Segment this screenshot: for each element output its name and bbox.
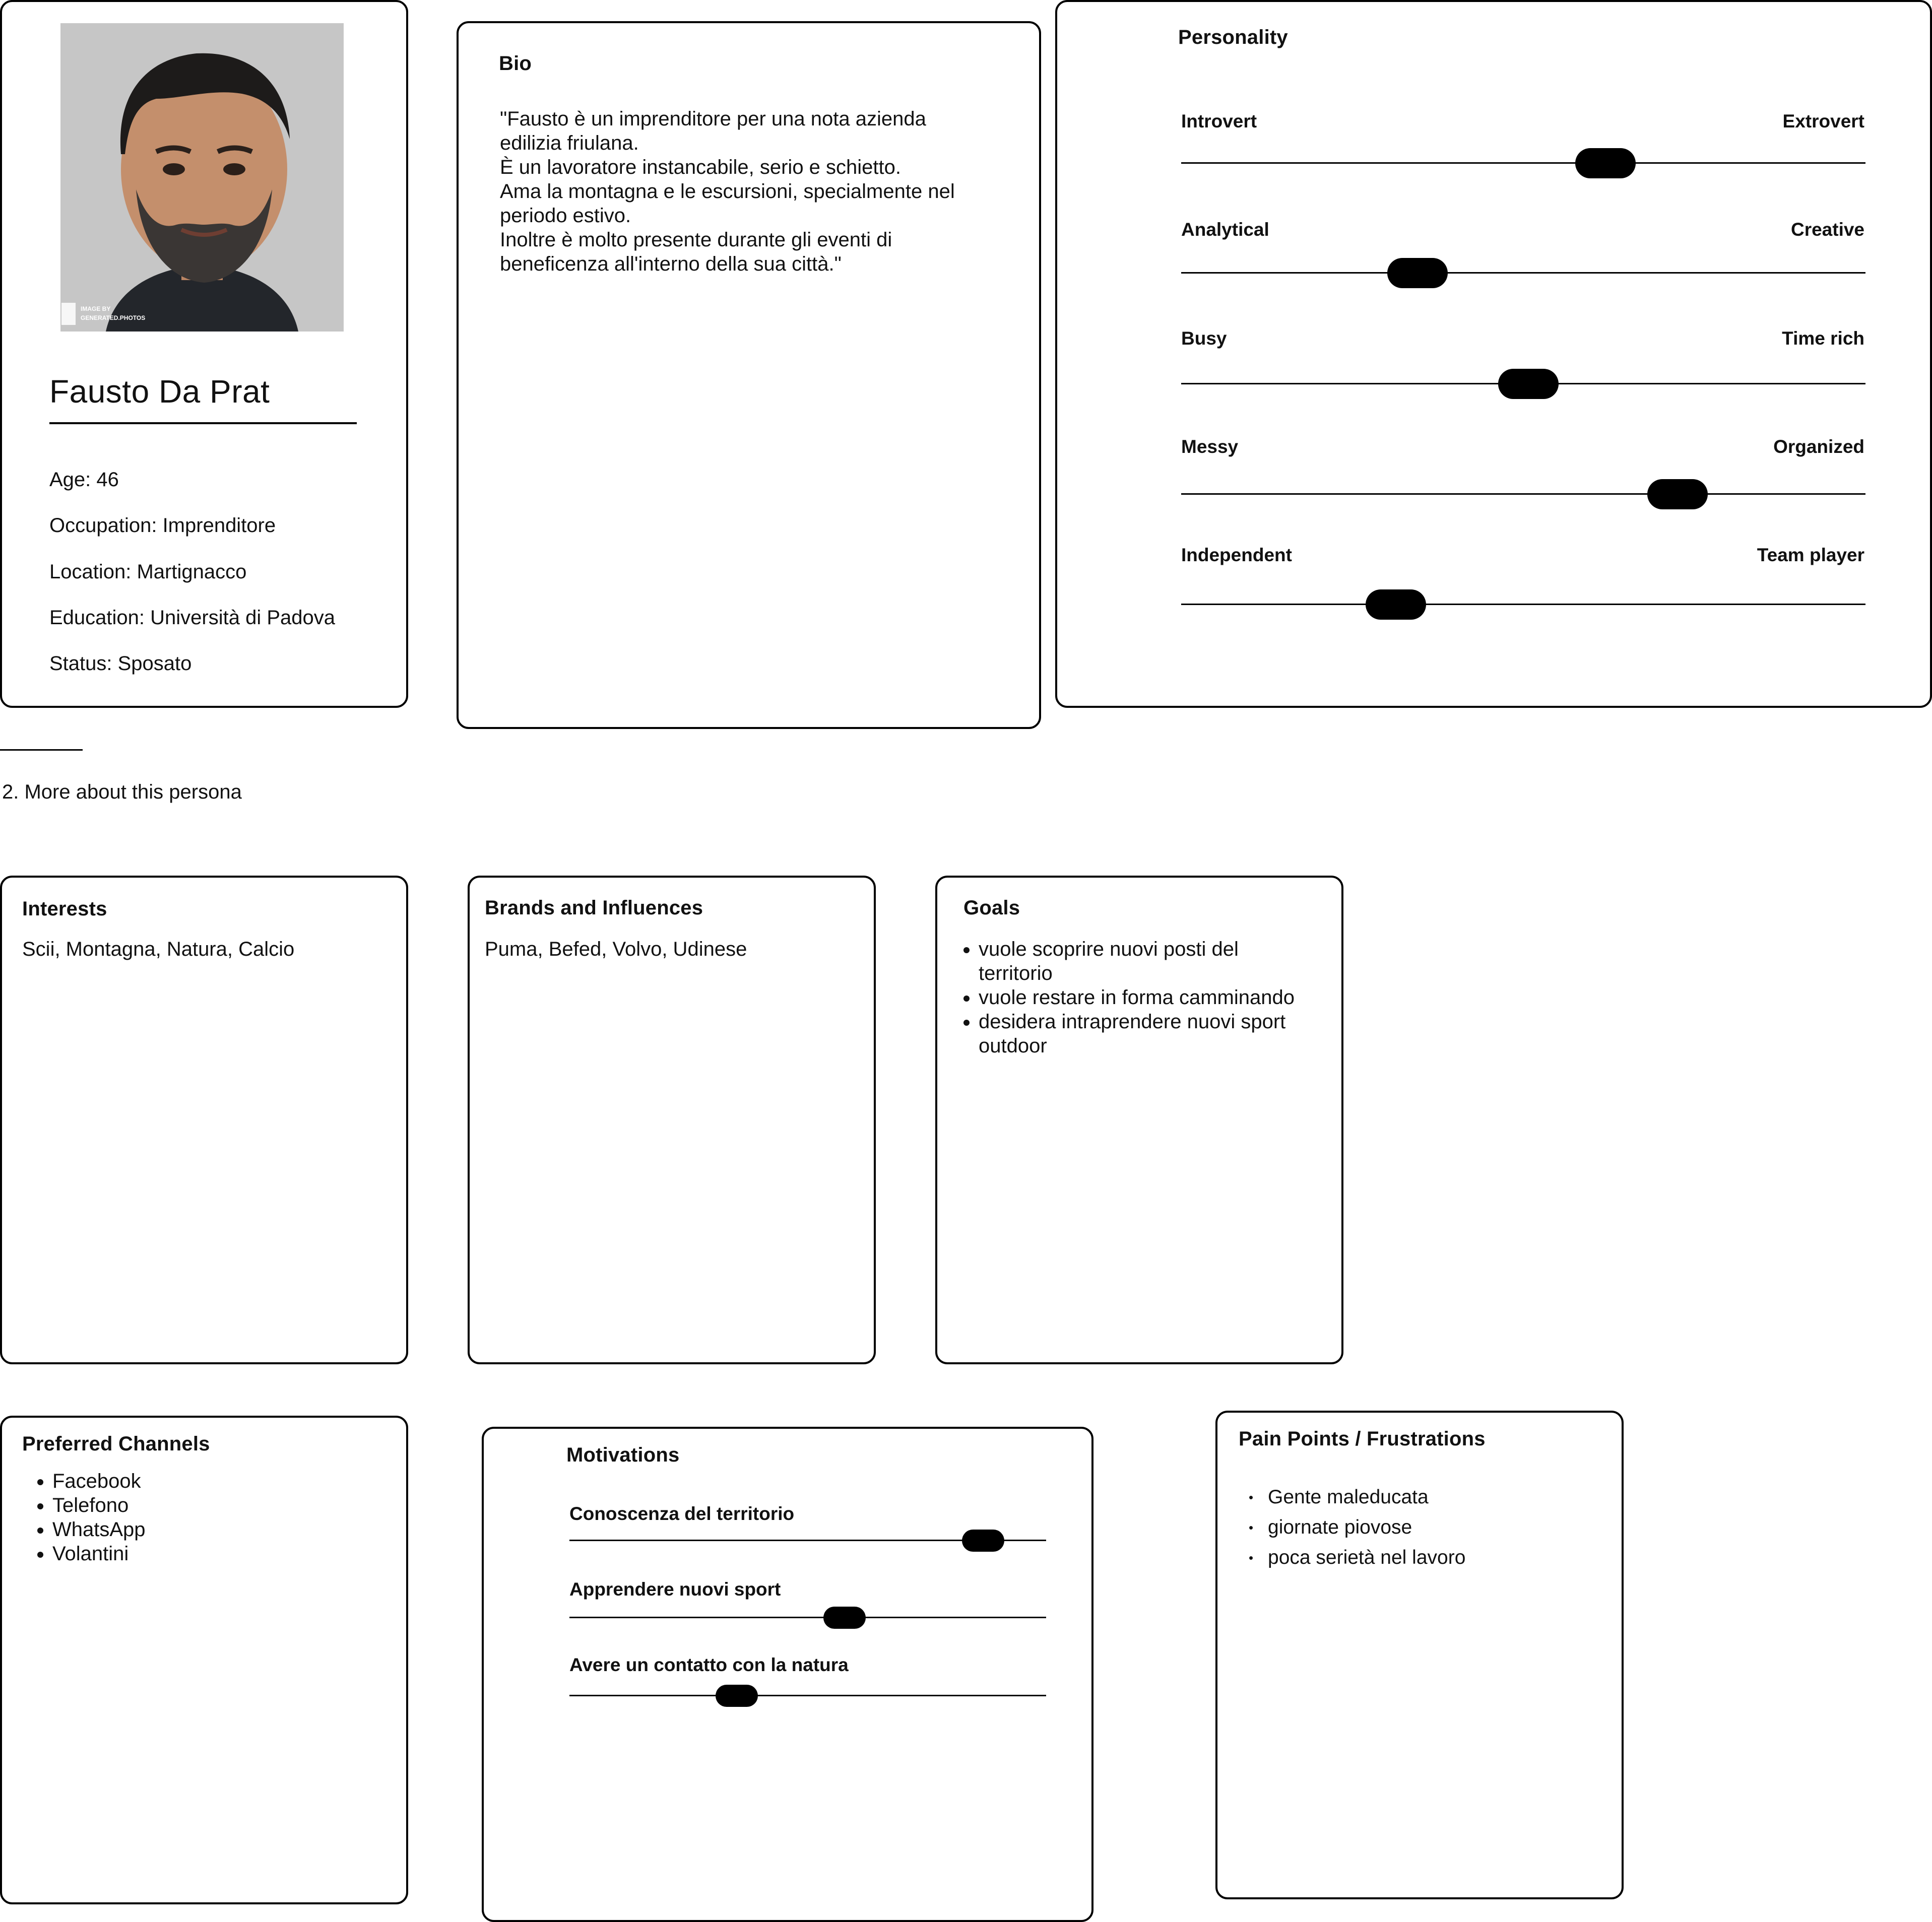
trait-track (1181, 272, 1865, 274)
list-item: • Gente maleducata (1249, 1486, 1429, 1508)
trait-slider-knob[interactable] (1647, 479, 1708, 509)
name-underline (49, 422, 357, 424)
interests-card: Interests Scii, Montagna, Natura, Calcio (0, 876, 408, 1364)
goal-line: desidera intraprendere nuovi sport (979, 1011, 1286, 1033)
personality-title: Personality (1178, 26, 1288, 48)
bio-text: "Fausto è un imprenditore per una nota a… (500, 107, 955, 276)
trait-left-label: Messy (1181, 436, 1239, 457)
profile-photo: IMAGE BY GENERATED.PHOTOS (60, 23, 344, 332)
brands-text: Puma, Befed, Volvo, Udinese (485, 938, 747, 960)
trait-right-label: Creative (1790, 219, 1864, 240)
bio-line: edilizia friulana. (500, 132, 639, 154)
motivation-slider-knob[interactable] (823, 1607, 866, 1629)
pain-points-card: Pain Points / Frustrations • Gente maledu… (1215, 1411, 1624, 1899)
field-occupation: Occupation: Imprenditore (49, 514, 276, 537)
motivation-label: Conoscenza del territorio (569, 1503, 795, 1524)
field-education: Education: Università di Padova (49, 607, 335, 629)
section-divider (0, 749, 83, 751)
bio-line: È un lavoratore instancabile, serio e sc… (500, 156, 901, 178)
motivations-card: Motivations Conoscenza del territorio Ap… (482, 1427, 1093, 1922)
field-age: Age: 46 (49, 469, 119, 491)
personality-card: Personality Introvert Extrovert Analytic… (1055, 0, 1932, 708)
trait-track (1181, 162, 1865, 164)
list-item: • poca serietà nel lavoro (1249, 1547, 1466, 1568)
list-item: vuole restare in forma camminando (979, 985, 1332, 1010)
brands-title: Brands and Influences (485, 897, 703, 919)
goal-line: vuole restare in forma camminando (979, 986, 1295, 1009)
bio-title: Bio (499, 52, 532, 75)
trait-left-label: Busy (1181, 328, 1227, 349)
list-item: Facebook (52, 1469, 395, 1493)
profile-card: IMAGE BY GENERATED.PHOTOS Fausto Da Prat… (0, 0, 408, 708)
trait-slider-knob[interactable] (1366, 589, 1427, 620)
list-item: WhatsApp (52, 1517, 395, 1542)
trait-track (1181, 493, 1865, 495)
goals-card: Goals vuole scoprire nuovi posti delterr… (935, 876, 1343, 1364)
interests-title: Interests (22, 898, 107, 920)
channels-list: Facebook Telefono WhatsApp Volantini (2, 1469, 395, 1566)
field-status: Status: Sposato (49, 652, 192, 675)
portrait-illustration: IMAGE BY GENERATED.PHOTOS (60, 23, 344, 332)
channels-card: Preferred Channels Facebook Telefono Wha… (0, 1416, 408, 1904)
trait-right-label: Team player (1757, 545, 1864, 565)
brands-card: Brands and Influences Puma, Befed, Volvo… (468, 876, 876, 1364)
list-item: desidera intraprendere nuovi sportoutdoo… (979, 1010, 1332, 1058)
motivation-label: Avere un contatto con la natura (569, 1654, 849, 1675)
motivation-slider-knob[interactable] (716, 1685, 758, 1707)
pain-point-text: poca serietà nel lavoro (1268, 1547, 1466, 1568)
motivation-label: Apprendere nuovi sport (569, 1579, 781, 1600)
goal-line: vuole scoprire nuovi posti del (979, 938, 1239, 960)
trait-right-label: Organized (1773, 436, 1864, 457)
list-item: vuole scoprire nuovi posti delterritorio (979, 937, 1332, 985)
motivations-title: Motivations (566, 1444, 680, 1466)
trait-left-label: Introvert (1181, 111, 1257, 131)
trait-right-label: Time rich (1782, 328, 1864, 349)
channels-title: Preferred Channels (22, 1433, 210, 1455)
pain-points-title: Pain Points / Frustrations (1239, 1428, 1486, 1450)
goal-line: outdoor (979, 1035, 1047, 1057)
list-item: Volantini (52, 1542, 395, 1566)
field-location: Location: Martignacco (49, 561, 247, 583)
goals-list: vuole scoprire nuovi posti delterritorio… (949, 937, 1332, 1058)
trait-right-label: Extrovert (1782, 111, 1864, 131)
bio-line: "Fausto è un imprenditore per una nota a… (500, 108, 926, 130)
list-item: Telefono (52, 1493, 395, 1517)
motivation-track (569, 1695, 1046, 1696)
bio-card: Bio "Fausto è un imprenditore per una no… (457, 21, 1041, 729)
bio-line: Ama la montagna e le escursioni, special… (500, 180, 955, 203)
list-item: • giornate piovose (1249, 1516, 1412, 1538)
persona-name: Fausto Da Prat (49, 373, 270, 410)
pain-points-list: • Gente maleducata • giornate piovose • poc… (1249, 1482, 1612, 1573)
trait-left-label: Independent (1181, 545, 1292, 565)
bio-line: periodo estivo. (500, 205, 631, 227)
trait-slider-knob[interactable] (1575, 148, 1636, 178)
interests-text: Scii, Montagna, Natura, Calcio (22, 938, 295, 960)
pain-point-text: Gente maleducata (1268, 1486, 1429, 1508)
goal-line: territorio (979, 962, 1053, 984)
trait-left-label: Analytical (1181, 219, 1269, 240)
motivation-track (569, 1617, 1046, 1618)
trait-slider-knob[interactable] (1498, 369, 1559, 399)
trait-track (1181, 604, 1865, 605)
bio-line: Inoltre è molto presente durante gli eve… (500, 229, 892, 251)
bio-line: beneficenza all'interno della sua città.… (500, 253, 842, 275)
trait-slider-knob[interactable] (1387, 258, 1448, 288)
section-heading: 2. More about this persona (2, 781, 242, 803)
goals-title: Goals (963, 897, 1020, 919)
motivation-slider-knob[interactable] (962, 1530, 1005, 1552)
watermark-line2: GENERATED.PHOTOS (81, 314, 145, 321)
watermark-line1: IMAGE BY (81, 305, 110, 312)
pain-point-text: giornate piovose (1268, 1516, 1412, 1538)
